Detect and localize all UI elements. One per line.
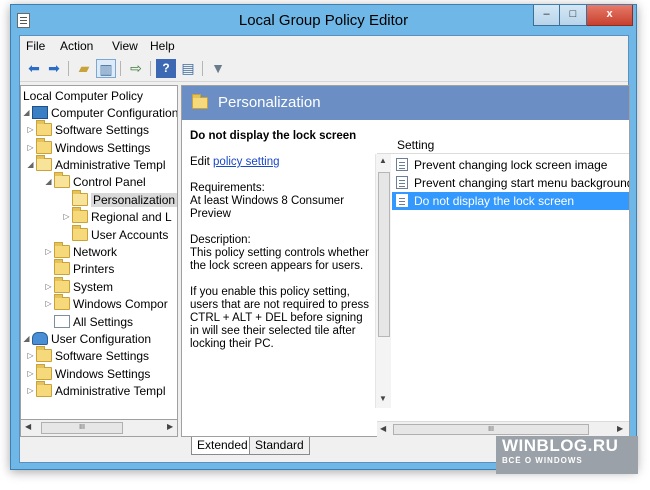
- tree-horizontal-scrollbar[interactable]: ◀ III ▶: [20, 420, 178, 437]
- scrollbar-thumb[interactable]: III: [393, 424, 589, 435]
- folder-icon: [54, 259, 70, 275]
- maximize-button[interactable]: □: [560, 5, 587, 26]
- help-icon[interactable]: ?: [156, 59, 176, 78]
- requirements: Requirements: At least Windows 8 Consumer…: [190, 182, 345, 220]
- folder-icon: [36, 120, 52, 136]
- back-icon[interactable]: ⬅: [24, 59, 44, 78]
- policy-setting-link[interactable]: policy setting: [213, 156, 279, 168]
- expander-icon[interactable]: ▷: [61, 209, 72, 225]
- export-list-icon[interactable]: ⇨: [126, 59, 146, 78]
- scroll-left-icon[interactable]: ◀: [380, 424, 386, 433]
- app-window: Local Group Policy Editor – □ x File Act…: [10, 4, 637, 470]
- title-bar[interactable]: Local Group Policy Editor – □ x: [11, 5, 636, 35]
- menu-file[interactable]: File: [26, 39, 45, 53]
- menu-help[interactable]: Help: [150, 39, 175, 53]
- toolbar-separator: [120, 61, 121, 76]
- folder-icon: [36, 138, 52, 154]
- minimize-button[interactable]: –: [533, 5, 560, 26]
- client-area: File Action View Help ⬅ ➡ ▰ ▥ ⇨ ? ▤ ▼ Lo…: [19, 35, 630, 463]
- tree-item[interactable]: User Accounts: [61, 225, 168, 244]
- folder-icon: [54, 277, 70, 293]
- folder-open-icon: [36, 155, 52, 171]
- menu-view[interactable]: View: [112, 39, 138, 53]
- description-more: If you enable this policy setting, users…: [190, 286, 369, 350]
- scroll-up-icon[interactable]: ▲: [379, 156, 387, 165]
- toolbar-separator: [150, 61, 151, 76]
- folder-icon: [72, 207, 88, 223]
- folder-icon: [36, 364, 52, 380]
- column-header-setting[interactable]: Setting: [377, 136, 629, 154]
- folder-icon: [36, 346, 52, 362]
- extended-description: Do not display the lock screen Edit poli…: [190, 130, 372, 408]
- policy-setting-icon: [396, 158, 408, 171]
- scrollbar-thumb[interactable]: [378, 172, 390, 337]
- settings-horizontal-scrollbar[interactable]: ◀ III ▶: [377, 421, 629, 437]
- view-icon[interactable]: ▤: [178, 59, 198, 78]
- watermark: WINBLOG.RU ВСЁ О WINDOWS: [496, 436, 638, 474]
- tree-item[interactable]: ◢ Administrative Templ: [25, 155, 165, 174]
- section-heading-text: Personalization: [218, 94, 321, 111]
- tree-item[interactable]: Local Computer Policy: [23, 88, 143, 105]
- tree-item[interactable]: ◢ Control Panel: [43, 172, 146, 191]
- expander-icon[interactable]: ◢: [25, 157, 36, 173]
- expander-icon[interactable]: ▷: [43, 244, 54, 260]
- expander-icon[interactable]: ▷: [25, 122, 36, 138]
- menu-bar: File Action View Help: [20, 36, 628, 56]
- tree-item[interactable]: ▷ Administrative Templ: [25, 381, 165, 400]
- expander-icon[interactable]: ◢: [43, 174, 54, 190]
- all-settings-icon: [54, 315, 70, 328]
- setting-row[interactable]: Prevent changing lock screen image: [392, 156, 629, 174]
- tree-item[interactable]: Printers: [43, 259, 114, 278]
- tab-extended[interactable]: Extended: [191, 437, 254, 455]
- forward-icon[interactable]: ➡: [44, 59, 64, 78]
- scroll-right-icon[interactable]: ▶: [617, 424, 623, 433]
- expander-icon[interactable]: ▷: [25, 348, 36, 364]
- expander-icon[interactable]: ◢: [21, 105, 32, 121]
- details-pane: Personalization Do not display the lock …: [181, 85, 630, 437]
- expander-icon[interactable]: ▷: [43, 296, 54, 312]
- section-heading: Personalization: [182, 86, 629, 120]
- setting-row[interactable]: Prevent changing start menu background: [392, 174, 629, 192]
- expander-icon[interactable]: ▷: [25, 383, 36, 399]
- user-icon: [32, 332, 48, 345]
- folder-icon: [36, 381, 52, 397]
- scroll-right-icon[interactable]: ▶: [167, 422, 173, 431]
- description-vertical-scrollbar[interactable]: ▲ ▼: [375, 154, 391, 408]
- description: Description: This policy setting controls…: [190, 234, 369, 272]
- toolbar-separator: [68, 61, 69, 76]
- setting-row-selected[interactable]: Do not display the lock screen: [392, 192, 629, 210]
- tree-item[interactable]: ▷ Regional and L: [61, 207, 172, 226]
- tree-item[interactable]: ▷ Software Settings: [25, 120, 149, 139]
- computer-icon: [32, 106, 48, 119]
- policy-setting-icon: [396, 176, 408, 189]
- expander-icon[interactable]: ◢: [21, 331, 32, 347]
- folder-icon: [54, 294, 70, 310]
- scroll-down-icon[interactable]: ▼: [379, 394, 387, 403]
- expander-icon[interactable]: ▷: [43, 279, 54, 295]
- scrollbar-thumb[interactable]: III: [41, 422, 123, 434]
- folder-icon: [72, 225, 88, 241]
- expander-icon[interactable]: ▷: [25, 140, 36, 156]
- menu-action[interactable]: Action: [60, 39, 93, 53]
- up-folder-icon[interactable]: ▰: [74, 59, 94, 78]
- filter-icon[interactable]: ▼: [208, 59, 228, 78]
- scroll-left-icon[interactable]: ◀: [25, 422, 31, 431]
- close-button[interactable]: x: [587, 5, 633, 26]
- policy-title: Do not display the lock screen: [190, 130, 357, 142]
- policy-setting-icon: [396, 194, 408, 207]
- folder-icon: [192, 94, 208, 109]
- tree-item[interactable]: ▷ Windows Compor: [43, 294, 168, 313]
- toolbar-separator: [202, 61, 203, 76]
- tree-item[interactable]: ▷ Software Settings: [25, 346, 149, 365]
- tab-standard[interactable]: Standard: [249, 437, 310, 455]
- toolbar: ⬅ ➡ ▰ ▥ ⇨ ? ▤ ▼: [20, 56, 628, 82]
- expander-icon[interactable]: ▷: [25, 366, 36, 382]
- tree-item[interactable]: All Settings: [43, 314, 133, 331]
- show-hide-tree-icon[interactable]: ▥: [96, 59, 116, 78]
- folder-open-icon: [72, 190, 88, 206]
- folder-open-icon: [54, 172, 70, 188]
- edit-line: Edit policy setting: [190, 156, 280, 168]
- navigation-tree: Local Computer Policy ◢ Computer Configur…: [20, 85, 178, 420]
- folder-icon: [54, 242, 70, 258]
